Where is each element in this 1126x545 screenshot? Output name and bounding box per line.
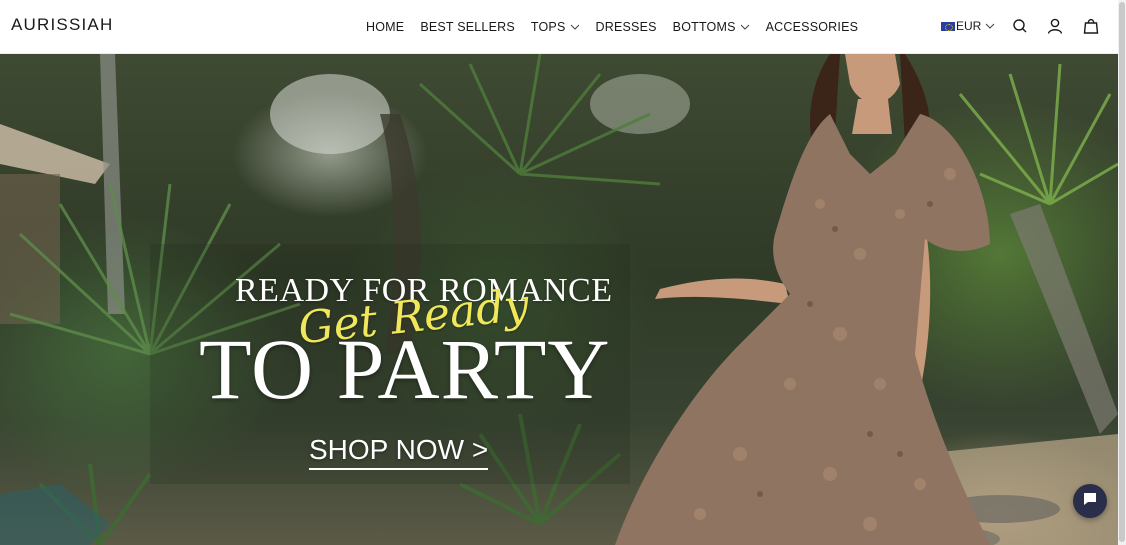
nav-item-label: TOPS	[530, 20, 566, 34]
chat-button[interactable]	[1073, 484, 1107, 518]
shop-now-button[interactable]: SHOP NOW >	[309, 434, 489, 470]
hero-headline-main: TO PARTY	[199, 321, 611, 417]
hero-banner[interactable]: READY FOR ROMANCE Get Ready TO PARTY SHO…	[0, 54, 1118, 545]
nav-item-dresses[interactable]: DRESSES	[596, 20, 657, 34]
search-icon[interactable]	[1011, 17, 1029, 35]
chevron-down-icon	[570, 22, 580, 32]
nav-item-best-sellers[interactable]: BEST SELLERS	[420, 20, 515, 34]
account-icon[interactable]	[1046, 17, 1064, 35]
nav-item-bottoms[interactable]: BOTTOMS	[673, 20, 750, 34]
currency-selector[interactable]: EUR	[941, 19, 995, 33]
nav-item-label: BEST SELLERS	[420, 20, 515, 34]
site-header: AURISSIAH HOME BEST SELLERS TOPS DRESSES…	[0, 0, 1118, 54]
nav-item-tops[interactable]: TOPS	[531, 20, 580, 34]
eu-flag-icon	[941, 21, 955, 31]
nav-item-label: BOTTOMS	[672, 20, 736, 34]
nav-item-label: ACCESSORIES	[765, 20, 859, 34]
brand-logo[interactable]: AURISSIAH	[11, 15, 113, 35]
chevron-down-icon	[985, 21, 995, 31]
chat-icon	[1082, 491, 1098, 512]
main-nav: HOME BEST SELLERS TOPS DRESSES BOTTOMS A…	[366, 0, 874, 54]
page-scrollbar[interactable]	[1118, 0, 1126, 545]
nav-item-home[interactable]: HOME	[366, 20, 404, 34]
currency-label: EUR	[956, 19, 982, 33]
cart-icon[interactable]	[1082, 17, 1100, 35]
nav-item-label: HOME	[366, 20, 405, 34]
nav-item-label: DRESSES	[595, 20, 657, 34]
nav-item-accessories[interactable]: ACCESSORIES	[766, 20, 859, 34]
chevron-down-icon	[740, 22, 750, 32]
scrollbar-thumb[interactable]	[1119, 2, 1125, 542]
